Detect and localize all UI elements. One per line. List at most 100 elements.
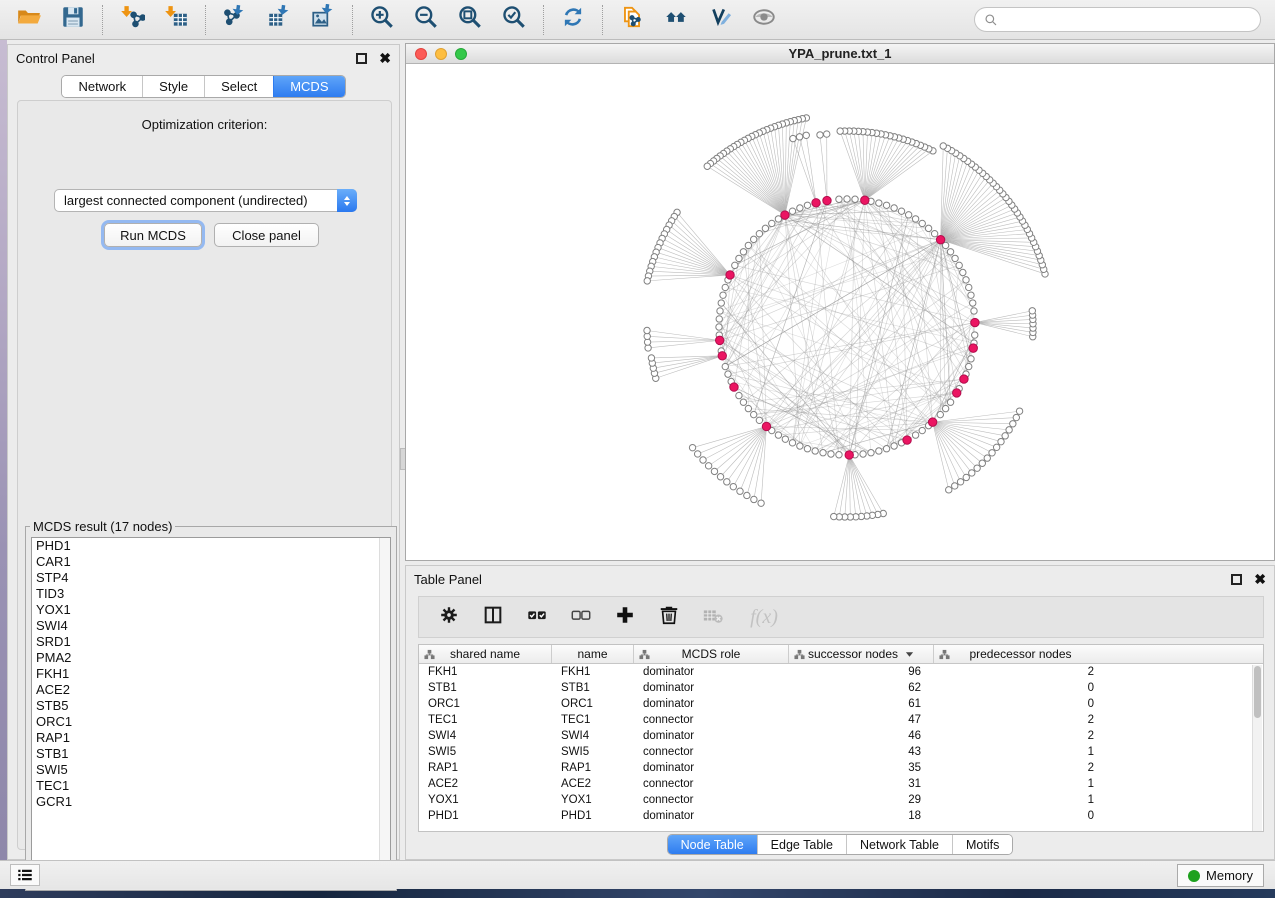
criterion-dropdown[interactable]: largest connected component (undirected): [54, 189, 357, 212]
network-node[interactable]: [972, 332, 978, 338]
network-node[interactable]: [952, 255, 958, 261]
network-node[interactable]: [942, 405, 948, 411]
network-node[interactable]: [984, 455, 990, 461]
network-node[interactable]: [803, 132, 809, 138]
apply-layout-refresh-button[interactable]: [559, 6, 587, 34]
mcds-network-node[interactable]: [718, 352, 726, 360]
column-header-name[interactable]: name: [552, 645, 634, 663]
toggle-columns-button[interactable]: [481, 605, 505, 629]
memory-button[interactable]: Memory: [1177, 864, 1264, 887]
network-node[interactable]: [756, 230, 762, 236]
search-box[interactable]: [974, 7, 1261, 32]
network-node[interactable]: [750, 236, 756, 242]
network-node[interactable]: [891, 205, 897, 211]
network-node[interactable]: [722, 284, 728, 290]
network-node[interactable]: [925, 225, 931, 231]
network-node[interactable]: [844, 196, 850, 202]
export-network-button[interactable]: [221, 6, 249, 34]
mcds-result-node[interactable]: CAR1: [32, 554, 390, 570]
network-node[interactable]: [716, 316, 722, 322]
export-table-button[interactable]: [265, 6, 293, 34]
tab-network-table[interactable]: Network Table: [846, 835, 952, 854]
network-node[interactable]: [883, 446, 889, 452]
network-node[interactable]: [940, 143, 946, 149]
network-node[interactable]: [722, 363, 728, 369]
network-node[interactable]: [1006, 427, 1012, 433]
network-node[interactable]: [876, 200, 882, 206]
network-node[interactable]: [828, 451, 834, 457]
export-image-button[interactable]: [309, 6, 337, 34]
network-node[interactable]: [732, 262, 738, 268]
mcds-result-node[interactable]: TEC1: [32, 778, 390, 794]
network-node[interactable]: [883, 202, 889, 208]
column-header-shared-name[interactable]: shared name: [419, 645, 552, 663]
network-canvas[interactable]: [406, 64, 1274, 560]
network-node[interactable]: [797, 205, 803, 211]
network-node[interactable]: [1016, 408, 1022, 414]
network-node[interactable]: [737, 488, 743, 494]
network-node[interactable]: [716, 324, 722, 330]
network-node[interactable]: [796, 134, 802, 140]
select-all-checkboxes-button[interactable]: [525, 605, 549, 629]
close-panel-button[interactable]: Close panel: [214, 223, 319, 247]
network-node[interactable]: [820, 450, 826, 456]
network-node[interactable]: [989, 450, 995, 456]
network-node[interactable]: [762, 225, 768, 231]
run-mcds-button[interactable]: Run MCDS: [104, 223, 202, 247]
network-node[interactable]: [957, 479, 963, 485]
mcds-network-node[interactable]: [823, 196, 831, 204]
close-panel-icon[interactable]: ✖: [379, 53, 391, 64]
network-node[interactable]: [717, 474, 723, 480]
mcds-result-node[interactable]: YOX1: [32, 602, 390, 618]
mcds-network-node[interactable]: [726, 271, 734, 279]
network-node[interactable]: [931, 230, 937, 236]
table-scrollbar[interactable]: [1252, 665, 1262, 831]
open-file-button[interactable]: [15, 6, 43, 34]
network-node[interactable]: [789, 440, 795, 446]
network-node[interactable]: [968, 292, 974, 298]
create-column-button[interactable]: [613, 605, 637, 629]
network-node[interactable]: [852, 196, 858, 202]
tab-mcds[interactable]: MCDS: [273, 76, 344, 97]
network-node[interactable]: [868, 450, 874, 456]
deselect-all-checkboxes-button[interactable]: [569, 605, 593, 629]
network-node[interactable]: [797, 443, 803, 449]
mcds-result-node[interactable]: SRD1: [32, 634, 390, 650]
zoom-selected-button[interactable]: [500, 6, 528, 34]
network-node[interactable]: [946, 487, 952, 493]
network-node[interactable]: [971, 308, 977, 314]
network-node[interactable]: [956, 262, 962, 268]
network-node[interactable]: [836, 452, 842, 458]
network-node[interactable]: [730, 483, 736, 489]
network-node[interactable]: [952, 483, 958, 489]
delete-column-button[interactable]: [657, 605, 681, 629]
network-node[interactable]: [979, 460, 985, 466]
network-node[interactable]: [745, 405, 751, 411]
network-node[interactable]: [717, 308, 723, 314]
network-node[interactable]: [812, 448, 818, 454]
table-row[interactable]: RAP1RAP1dominator352: [419, 760, 1263, 776]
network-node[interactable]: [740, 249, 746, 255]
zoom-in-button[interactable]: [368, 6, 396, 34]
mcds-network-node[interactable]: [762, 422, 770, 430]
mcds-result-node[interactable]: PHD1: [32, 538, 390, 554]
network-node[interactable]: [711, 468, 717, 474]
mcds-result-node[interactable]: ORC1: [32, 714, 390, 730]
network-node[interactable]: [736, 392, 742, 398]
network-node[interactable]: [817, 132, 823, 138]
network-node[interactable]: [993, 444, 999, 450]
tab-style[interactable]: Style: [142, 76, 204, 97]
network-node[interactable]: [775, 432, 781, 438]
network-node[interactable]: [947, 399, 953, 405]
column-settings-button[interactable]: [437, 605, 461, 629]
mcds-result-node[interactable]: SWI5: [32, 762, 390, 778]
network-node[interactable]: [1029, 308, 1035, 314]
network-node[interactable]: [919, 427, 925, 433]
network-node[interactable]: [769, 220, 775, 226]
mcds-network-node[interactable]: [971, 318, 979, 326]
network-node[interactable]: [804, 202, 810, 208]
network-node[interactable]: [758, 500, 764, 506]
import-network-button[interactable]: [118, 6, 146, 34]
network-node[interactable]: [963, 474, 969, 480]
network-node[interactable]: [725, 371, 731, 377]
